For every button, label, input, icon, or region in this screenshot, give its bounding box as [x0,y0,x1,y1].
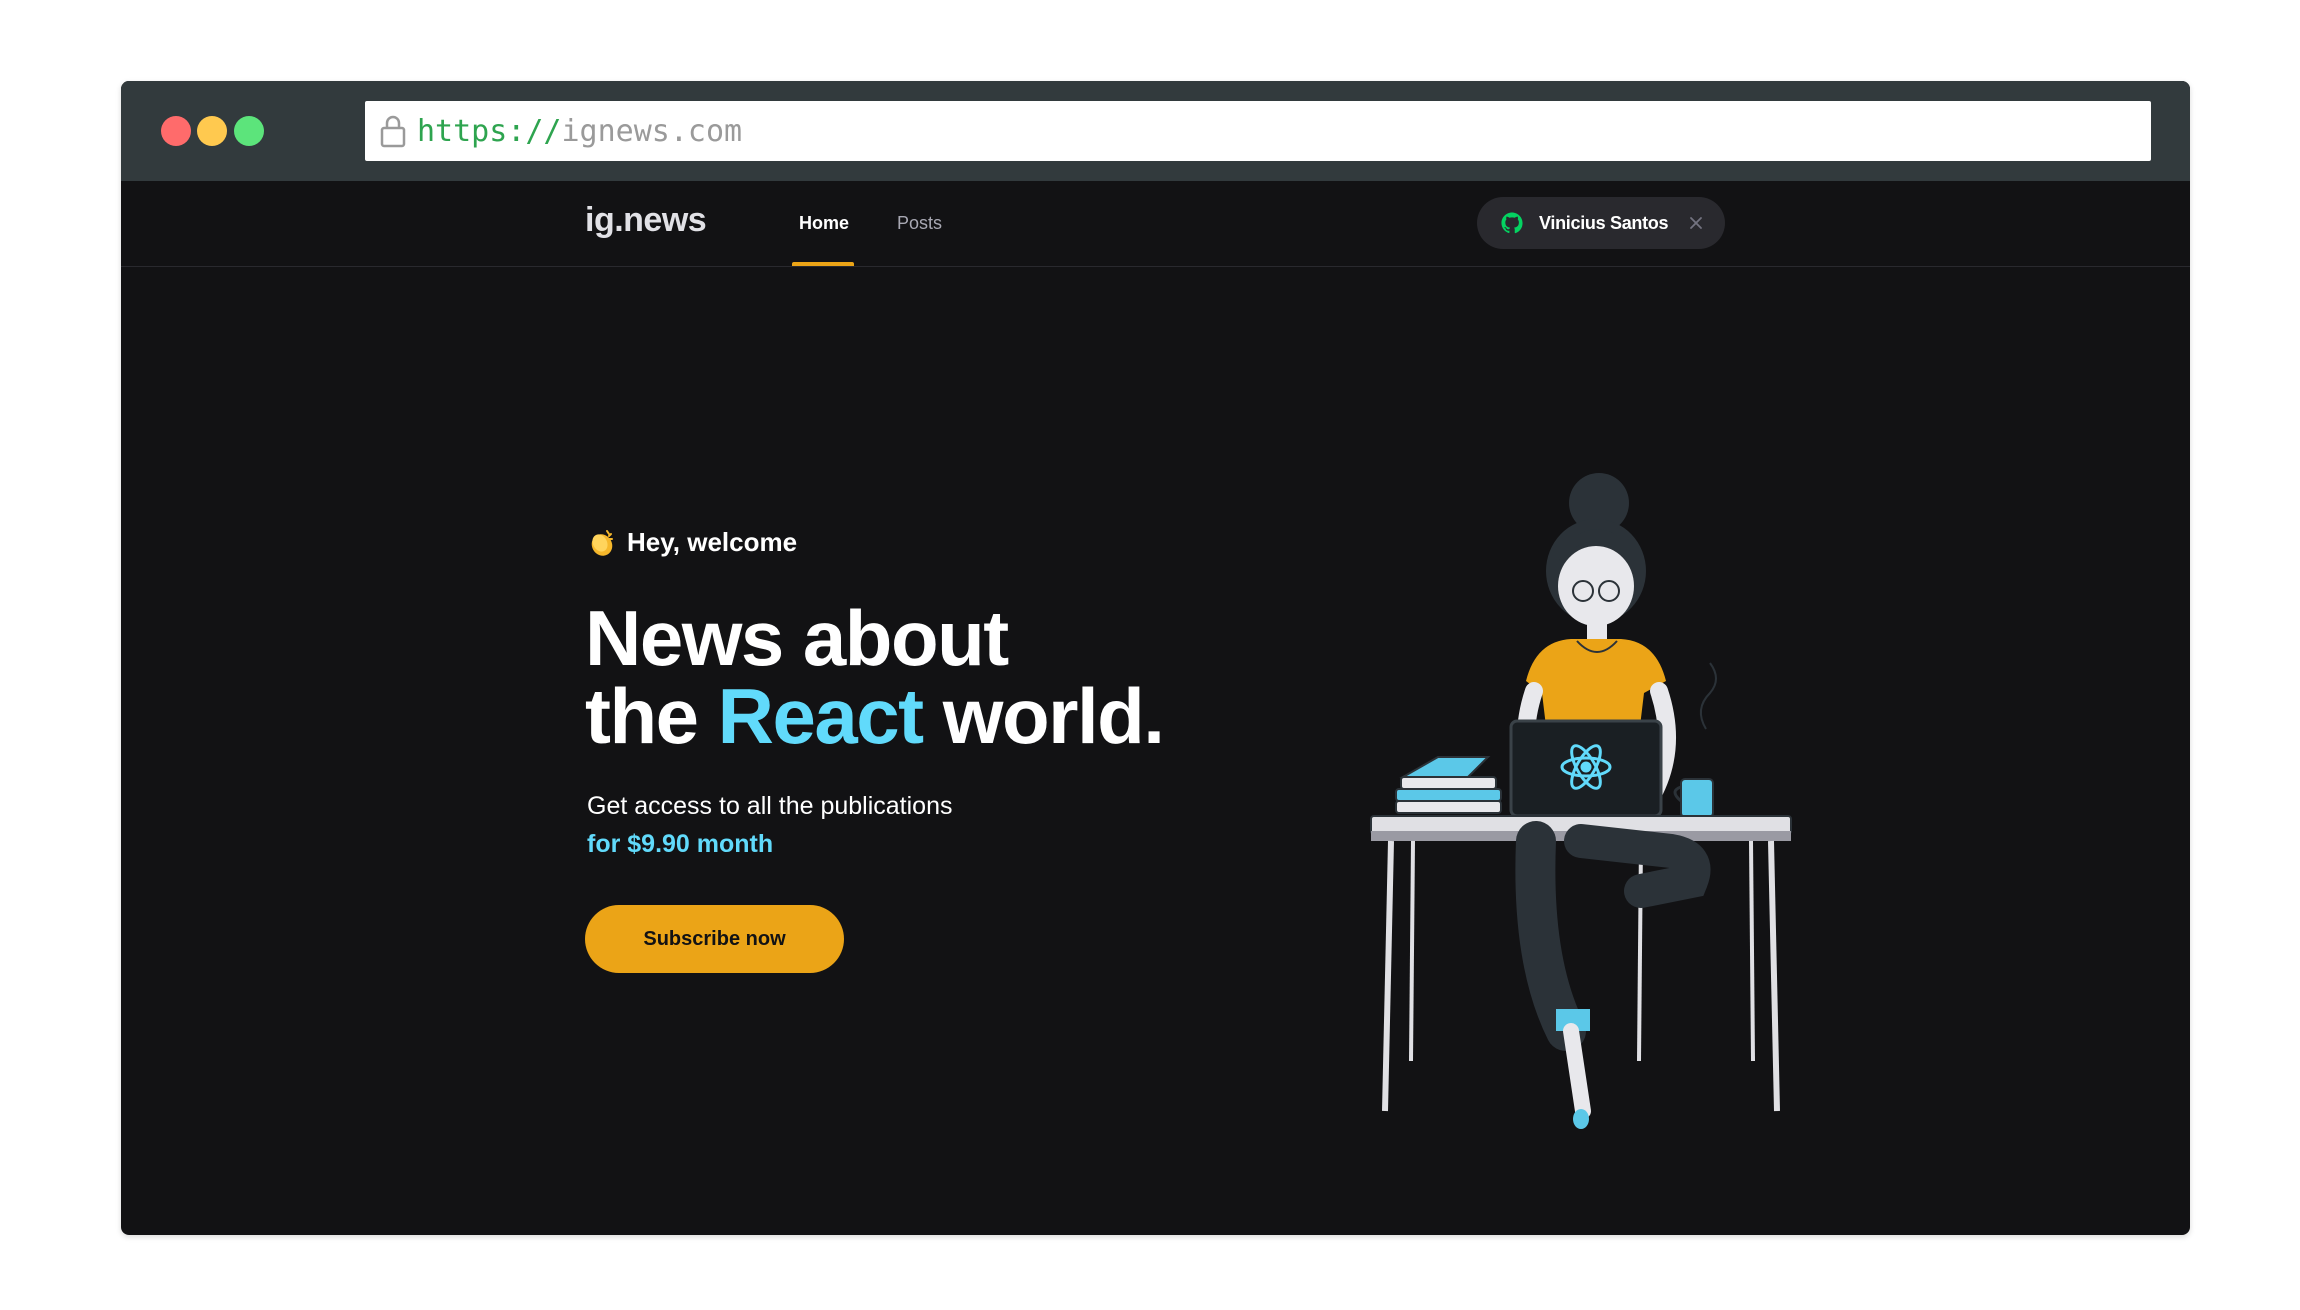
welcome-text: Hey, welcome [587,527,797,558]
browser-titlebar: https://ignews.com [121,81,2190,181]
hero-title: News about the React world. [585,599,1165,755]
clapping-hands-icon [587,528,617,558]
site-header: ig.news Home Posts Vinicius Santos [121,181,2190,267]
hero-description: Get access to all the publications [587,792,953,820]
maximize-window-button[interactable] [234,116,264,146]
nav-posts[interactable]: Posts [897,213,942,234]
hero-price: for $9.90 month [587,830,774,858]
address-bar[interactable]: https://ignews.com [365,101,2151,161]
hero-title-post: world. [922,672,1165,760]
minimize-window-button[interactable] [197,116,227,146]
url-scheme: https:// [417,113,562,149]
hero-title-accent: React [717,672,924,760]
github-icon [1501,212,1523,234]
user-name: Vinicius Santos [1539,212,1669,233]
hero-title-line1: News about [585,594,1009,682]
url-host: ignews.com [561,113,743,149]
nav-home[interactable]: Home [799,213,849,234]
close-window-button[interactable] [161,116,191,146]
github-user-button[interactable]: Vinicius Santos [1477,197,1725,249]
hero-title-pre: the [585,672,718,760]
welcome-label: Hey, welcome [627,527,798,557]
close-icon[interactable] [1688,215,1704,231]
browser-window: https://ignews.com ig.news Home Posts Vi… [121,81,2190,1235]
subscribe-button[interactable]: Subscribe now [585,905,844,973]
site-logo[interactable]: ig.news [585,201,707,240]
avatar-illustration [1370,473,1792,1129]
lock-icon [379,114,407,148]
active-nav-indicator [792,262,854,266]
